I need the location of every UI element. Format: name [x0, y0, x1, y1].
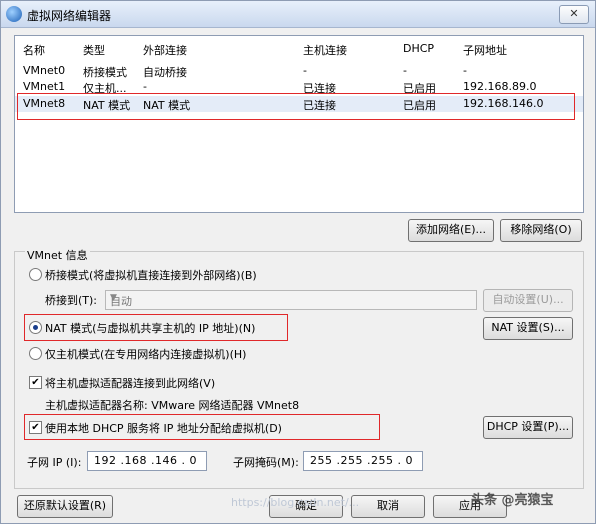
network-list[interactable]: 名称 类型 外部连接 主机连接 DHCP 子网地址 VMnet0 桥接模式 自动…: [14, 35, 584, 213]
chevron-down-icon: ▼: [110, 293, 117, 303]
column-header-name[interactable]: 名称: [23, 42, 45, 58]
column-header-host[interactable]: 主机连接: [303, 42, 347, 58]
subnet-mask-field[interactable]: 255 .255 .255 . 0: [303, 451, 423, 471]
column-header-dhcp[interactable]: DHCP: [403, 42, 434, 55]
dhcp-settings-button[interactable]: DHCP 设置(P)...: [483, 416, 573, 439]
subnet-ip-label: 子网 IP (I):: [27, 456, 82, 469]
subnet-mask-value: 255 .255 .255 . 0: [310, 454, 413, 467]
network-list-header: 名称 类型 外部连接 主机连接 DHCP 子网地址: [15, 36, 583, 60]
column-header-subnet[interactable]: 子网地址: [463, 42, 507, 58]
connect-adapter-label[interactable]: 将主机虚拟适配器连接到此网络(V): [45, 375, 215, 391]
checkmark-icon: ✔: [31, 377, 40, 388]
cancel-button[interactable]: 取消: [351, 495, 425, 518]
column-header-type[interactable]: 类型: [83, 42, 105, 58]
auto-settings-button[interactable]: 自动设置(U)...: [483, 289, 573, 312]
bridged-mode-label[interactable]: 桥接模式(将虚拟机直接连接到外部网络)(B): [45, 267, 257, 283]
watermark-url: https://blog.csdn.net/...: [231, 496, 360, 509]
cell-name: VMnet1: [23, 80, 66, 93]
virtual-network-editor-window: 虚拟网络编辑器 ✕ 名称 类型 外部连接 主机连接 DHCP 子网地址 VMne…: [0, 0, 596, 524]
cell-name: VMnet0: [23, 64, 66, 77]
bridged-to-label: 桥接到(T):: [45, 294, 98, 307]
cell-dhcp: -: [403, 64, 407, 77]
table-row[interactable]: VMnet0 桥接模式 自动桥接 - - -: [15, 63, 583, 79]
network-globe-icon: [6, 6, 22, 22]
cell-external: -: [143, 80, 147, 93]
close-icon: ✕: [569, 7, 579, 20]
bridged-to-select[interactable]: 自动 ▼: [105, 290, 477, 310]
annotation-highlight-dhcp: [24, 414, 380, 440]
subnet-mask-label: 子网掩码(M):: [233, 456, 299, 469]
host-only-mode-label[interactable]: 仅主机模式(在专用网络内连接虚拟机)(H): [45, 346, 246, 362]
window-title: 虚拟网络编辑器: [27, 9, 112, 23]
nat-settings-button[interactable]: NAT 设置(S)...: [483, 317, 573, 340]
remove-network-button[interactable]: 移除网络(O): [500, 219, 582, 242]
connect-adapter-checkbox[interactable]: ✔: [29, 376, 42, 389]
watermark-logo: 头条 @亮猿宝: [471, 493, 554, 508]
cell-subnet: -: [463, 64, 467, 77]
cell-external: 自动桥接: [143, 66, 187, 79]
bridged-mode-radio[interactable]: [29, 268, 42, 281]
cell-host: -: [303, 64, 307, 77]
host-only-mode-radio[interactable]: [29, 347, 42, 360]
add-network-button[interactable]: 添加网络(E)...: [408, 219, 494, 242]
annotation-highlight-nat: [24, 314, 288, 341]
cell-type: 桥接模式: [83, 66, 127, 79]
annotation-highlight-vmnet8: [17, 93, 575, 120]
subnet-ip-field[interactable]: 192 .168 .146 . 0: [87, 451, 207, 471]
restore-defaults-button[interactable]: 还原默认设置(R): [17, 495, 113, 518]
column-header-external[interactable]: 外部连接: [143, 42, 187, 58]
title-bar: 虚拟网络编辑器 ✕: [1, 1, 595, 28]
vmnet-info-group-label: VMnet 信息: [25, 247, 90, 263]
close-button[interactable]: ✕: [559, 5, 589, 24]
adapter-name-text: 主机虚拟适配器名称: VMware 网络适配器 VMnet8: [45, 399, 300, 412]
cell-subnet: 192.168.89.0: [463, 80, 537, 93]
subnet-ip-value: 192 .168 .146 . 0: [94, 454, 197, 467]
